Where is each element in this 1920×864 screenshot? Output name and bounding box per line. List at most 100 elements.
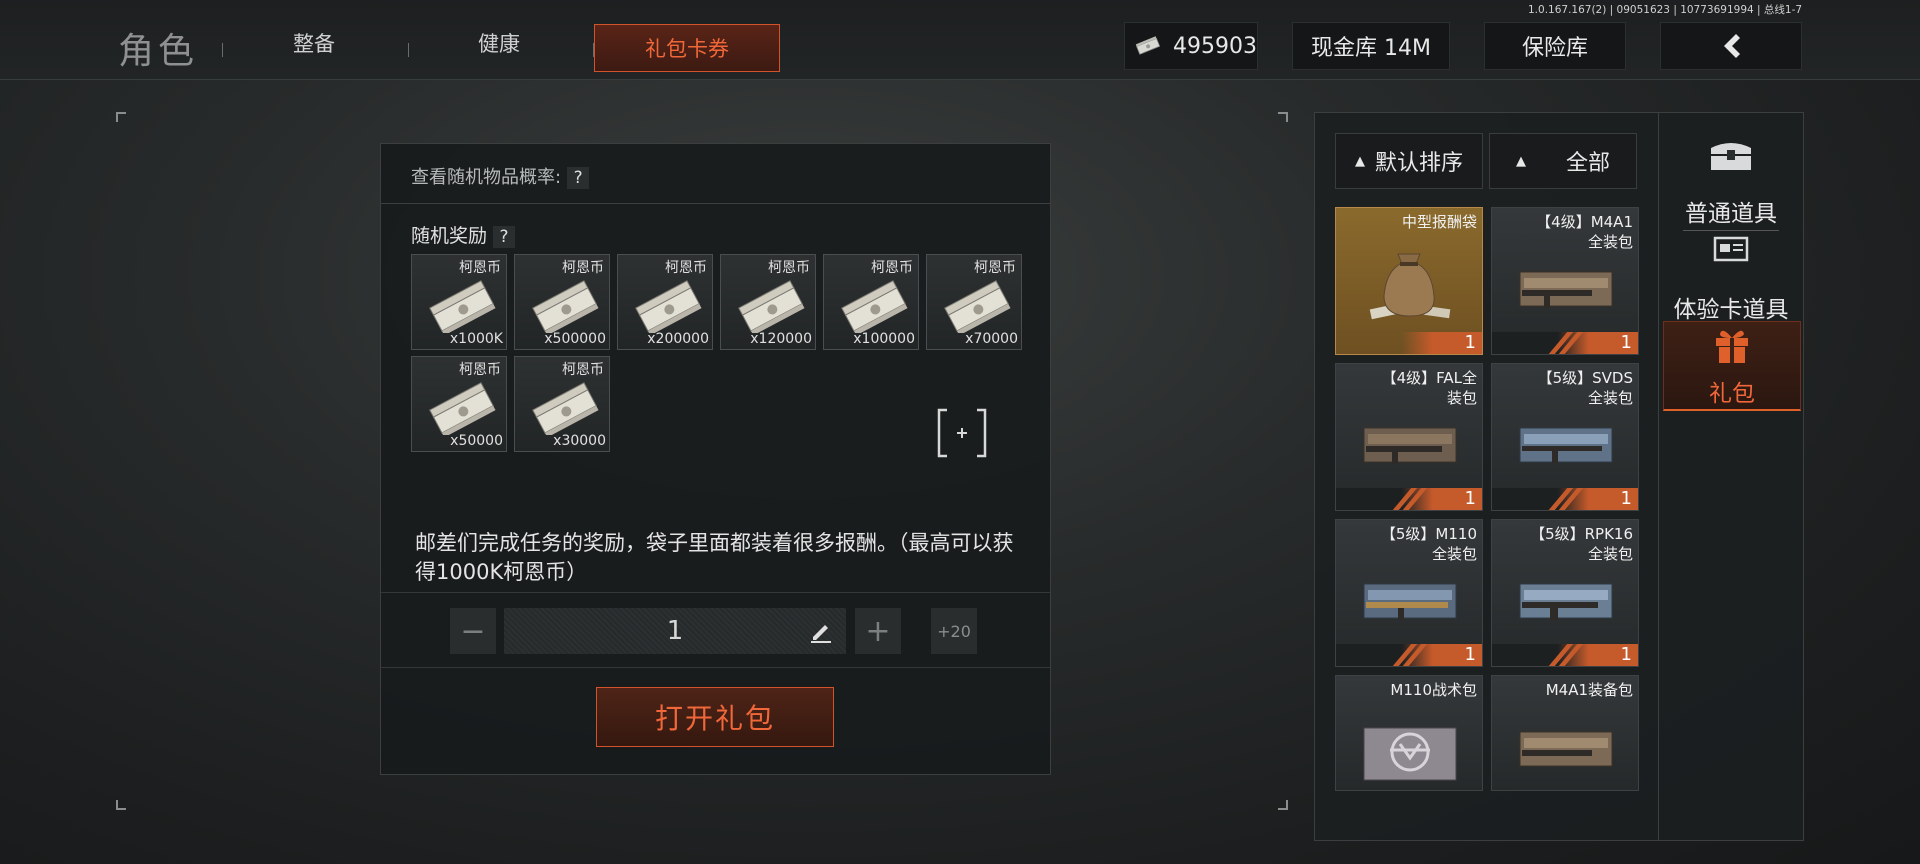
item-count: 1 [1558, 644, 1638, 666]
inventory-item-m4a1-kit[interactable]: 【4级】M4A1 全装包 1 [1491, 207, 1639, 355]
quantity-row: − 1 + +20 [381, 592, 1050, 668]
edit-icon [811, 625, 831, 643]
item-count: 1 [1558, 488, 1638, 510]
reward-qty: x120000 [750, 331, 812, 347]
tab-separator [408, 43, 409, 57]
inventory-item-fal-kit[interactable]: 【4级】FAL全 装包 1 [1335, 363, 1483, 511]
money-stack-icon [944, 280, 1011, 333]
reward-qty: x500000 [544, 331, 606, 347]
tab-health[interactable]: 健康 [478, 28, 520, 58]
frame-corner [116, 800, 126, 810]
weapon-case-icon [1363, 427, 1457, 464]
rewards-label: 随机奖励 [411, 225, 488, 247]
item-name: 【4级】FAL全 装包 [1381, 369, 1477, 407]
money-stack-icon [841, 280, 908, 333]
reward-item[interactable]: 柯恩币 x70000 [926, 254, 1022, 350]
reward-name: 柯恩币 [562, 260, 604, 276]
item-name: 【5级】RPK16 全装包 [1530, 525, 1633, 563]
reward-qty: x200000 [647, 331, 709, 347]
tab-equipment[interactable]: 整备 [293, 28, 335, 58]
inventory-item-rpk16-kit[interactable]: 【5级】RPK16 全装包 1 [1491, 519, 1639, 667]
reward-item[interactable]: 柯恩币 x200000 [617, 254, 713, 350]
weapon-case-icon [1363, 583, 1457, 620]
reward-qty: x1000K [449, 331, 503, 347]
reward-item[interactable]: 柯恩币 x1000K [411, 254, 507, 350]
caret-up-icon: ▲ [1354, 153, 1365, 169]
card-icon [1713, 236, 1749, 262]
cash-value: 495903 [1173, 33, 1257, 59]
category-normal-items[interactable]: 普通道具 [1659, 126, 1803, 231]
category-sidebar: 普通道具 体验卡道具 礼包 [1658, 112, 1804, 841]
item-name: M110战术包 [1390, 681, 1477, 699]
reward-name: 柯恩币 [459, 260, 501, 276]
inventory-item-m4a1-equipment[interactable]: M4A1装备包 [1491, 675, 1639, 791]
reward-item[interactable]: 柯恩币 x30000 [514, 356, 610, 452]
weapon-case-icon [1519, 427, 1613, 463]
money-stack-icon [429, 382, 496, 435]
reward-qty: x70000 [965, 331, 1018, 347]
probability-row-content: 查看随机物品概率:? [411, 163, 590, 189]
page-title[interactable]: 角色 [118, 22, 198, 74]
gift-detail-panel: 查看随机物品概率:? 随机奖励? 柯恩币 x1000K 柯恩币 x500000 … [380, 143, 1051, 775]
increase-button[interactable]: + [855, 608, 901, 654]
reward-item[interactable]: 柯恩币 x500000 [514, 254, 610, 350]
decrease-button[interactable]: − [450, 608, 496, 654]
safe-button[interactable]: 保险库 [1484, 22, 1626, 70]
reward-qty: x50000 [450, 433, 503, 449]
probability-label: 查看随机物品概率: [411, 167, 562, 188]
cash-vault-button[interactable]: 现金库 14M [1292, 22, 1450, 70]
money-stack-icon [429, 280, 496, 333]
gift-description: 邮差们完成任务的奖励，袋子里面都装着很多报酬。（最高可以获得1000K柯恩币） [415, 531, 1014, 584]
plus20-button[interactable]: +20 [931, 608, 977, 654]
probability-help-button[interactable]: ? [567, 167, 590, 189]
quantity-value: 1 [666, 616, 684, 646]
chevron-left-icon [1724, 34, 1740, 58]
sort-dropdown[interactable]: ▲ 默认排序 [1335, 133, 1483, 189]
inventory-item-m110-kit[interactable]: 【5级】M110 全装包 1 [1335, 519, 1483, 667]
inventory-item-reward-bag[interactable]: 中型报酬袋 1 [1335, 207, 1483, 355]
add-slot-bracket-icon[interactable] [937, 408, 987, 458]
item-count: 1 [1402, 332, 1482, 354]
item-name: M4A1装备包 [1545, 681, 1633, 699]
sort-label: 默认排序 [1374, 151, 1463, 176]
rewards-help-button[interactable]: ? [493, 225, 516, 248]
quantity-input[interactable]: 1 [504, 608, 846, 654]
category-gifts[interactable]: 礼包 [1663, 321, 1801, 411]
reward-name: 柯恩币 [459, 362, 501, 378]
frame-corner [1278, 112, 1288, 122]
cash-icon [1135, 36, 1161, 55]
category-label: 普通道具 [1685, 201, 1777, 227]
money-stack-icon [532, 280, 599, 333]
inventory-item-m110-tactical[interactable]: M110战术包 [1335, 675, 1483, 791]
inventory-item-svds-kit[interactable]: 【5级】SVDS 全装包 1 [1491, 363, 1639, 511]
frame-corner [116, 112, 126, 122]
item-name: 中型报酬袋 [1401, 213, 1477, 231]
cash-display: 495903 [1124, 22, 1258, 70]
tactical-case-icon [1363, 727, 1457, 781]
reward-qty: x100000 [853, 331, 915, 347]
item-name: 【5级】SVDS 全装包 [1537, 369, 1633, 407]
reward-item[interactable]: 柯恩币 x120000 [720, 254, 816, 350]
reward-qty: x30000 [553, 433, 606, 449]
reward-name: 柯恩币 [974, 260, 1016, 276]
category-trial-cards[interactable]: 体验卡道具 [1659, 224, 1803, 323]
filter-dropdown[interactable]: ▲ 全部 [1489, 133, 1637, 189]
tab-gift-cards[interactable]: 礼包卡券 [594, 24, 780, 72]
probability-row: 查看随机物品概率:? [381, 144, 1050, 204]
money-stack-icon [532, 382, 599, 435]
weapon-case-icon [1519, 271, 1613, 308]
item-count: 1 [1402, 488, 1482, 510]
reward-name: 柯恩币 [871, 260, 913, 276]
weapon-case-icon [1519, 731, 1613, 767]
money-bag-icon [1369, 253, 1451, 320]
filter-label: 全部 [1565, 151, 1610, 176]
reward-name: 柯恩币 [562, 362, 604, 378]
reward-name: 柯恩币 [768, 260, 810, 276]
rewards-header: 随机奖励? [411, 221, 516, 248]
back-button[interactable] [1660, 22, 1802, 70]
reward-item[interactable]: 柯恩币 x100000 [823, 254, 919, 350]
open-gift-button[interactable]: 打开礼包 [596, 687, 834, 747]
caret-up-icon: ▲ [1515, 153, 1526, 169]
chest-icon [1711, 143, 1751, 170]
reward-item[interactable]: 柯恩币 x50000 [411, 356, 507, 452]
